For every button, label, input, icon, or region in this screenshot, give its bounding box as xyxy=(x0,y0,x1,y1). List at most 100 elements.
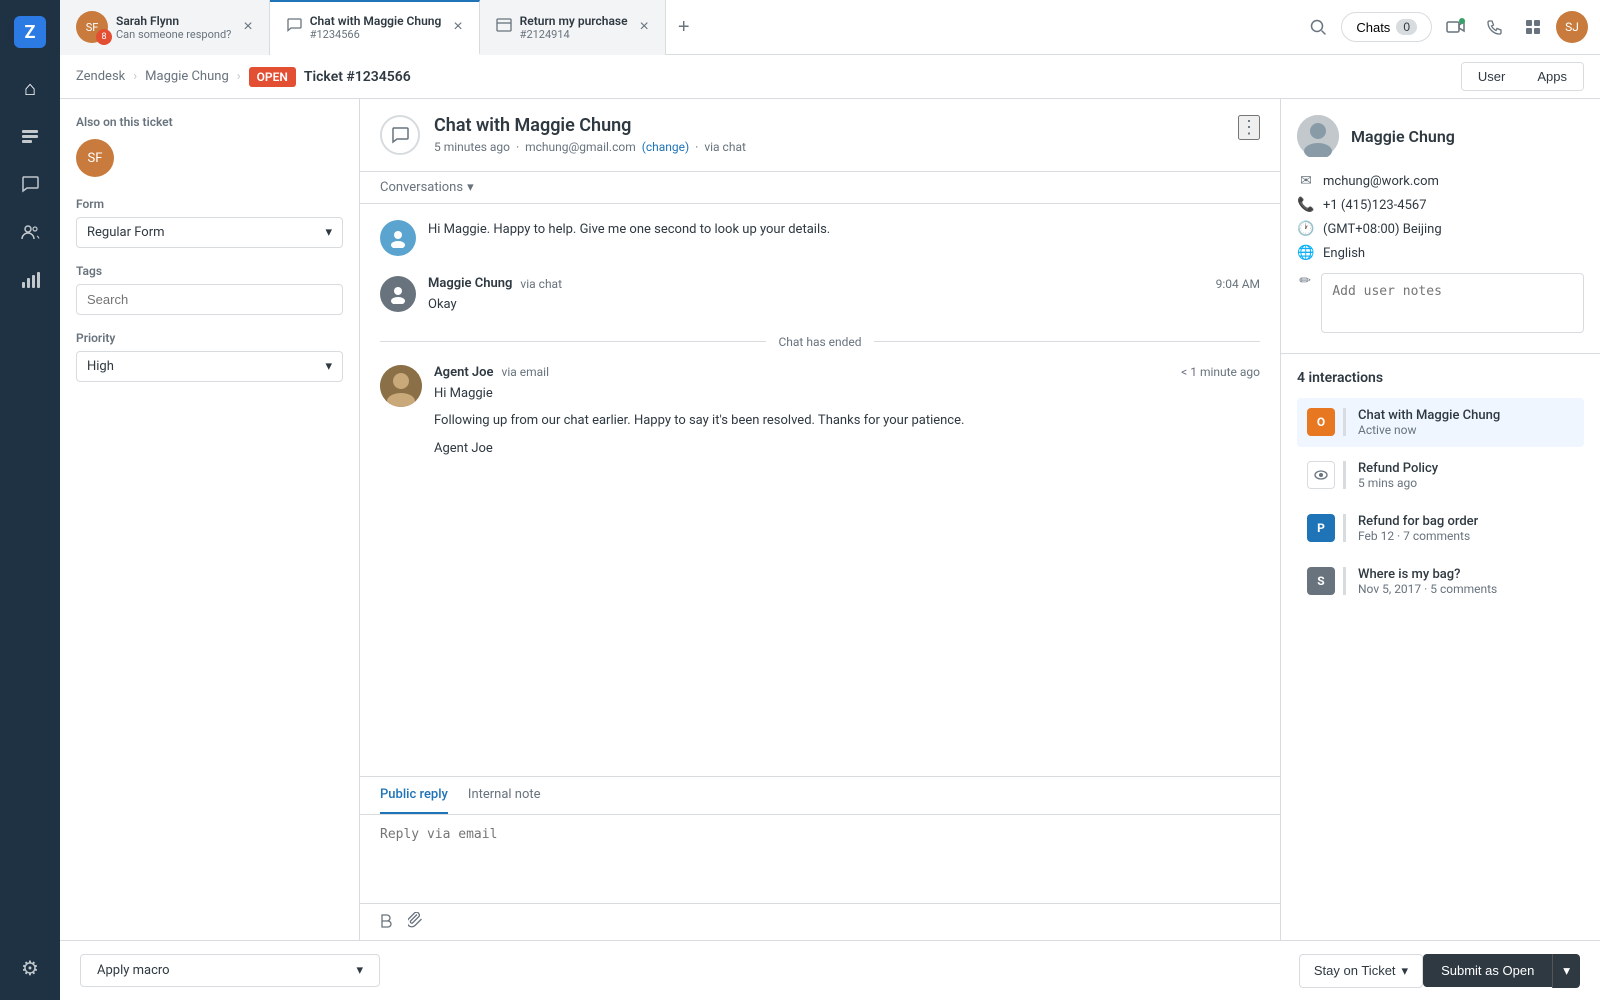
users-nav-icon[interactable] xyxy=(10,212,50,252)
agent-joe-text: Hi Maggie Following up from our chat ear… xyxy=(434,384,1260,459)
search-button[interactable] xyxy=(1303,12,1333,42)
tab-sarah-badge: 8 xyxy=(96,29,112,45)
tab-maggie-icon xyxy=(286,17,302,37)
stay-on-ticket-button[interactable]: Stay on Ticket ▾ xyxy=(1299,954,1423,988)
ticket-via: via chat xyxy=(704,140,746,154)
interaction-4-meta: Nov 5, 2017 · 5 comments xyxy=(1358,582,1574,596)
conversations-tab[interactable]: Conversations ▾ xyxy=(380,180,474,195)
public-reply-tab[interactable]: Public reply xyxy=(380,777,448,814)
tab-purchase-subtitle: #2124914 xyxy=(520,28,628,41)
home-nav-icon[interactable]: ⌂ xyxy=(10,68,50,108)
apps-toggle-btn[interactable]: Apps xyxy=(1521,63,1583,90)
user-timezone: (GMT+08:00) Beijing xyxy=(1323,222,1442,237)
reply-input[interactable] xyxy=(360,815,1280,899)
user-email: mchung@work.com xyxy=(1323,174,1439,189)
logo: Z xyxy=(10,12,50,52)
ticket-change-link[interactable]: (change) xyxy=(642,140,689,154)
tickets-nav-icon[interactable] xyxy=(10,116,50,156)
tab-purchase-title: Return my purchase xyxy=(520,14,628,28)
breadcrumb-zendesk[interactable]: Zendesk xyxy=(76,69,125,84)
ticket-header: Chat with Maggie Chung 5 minutes ago · m… xyxy=(360,99,1280,172)
also-on-ticket-section: Also on this ticket SF xyxy=(76,115,343,177)
stay-on-ticket-label: Stay on Ticket xyxy=(1314,963,1396,978)
user-toggle-btn[interactable]: User xyxy=(1462,63,1521,90)
interaction-1-icon: O xyxy=(1307,408,1335,436)
reports-nav-icon[interactable] xyxy=(10,260,50,300)
interaction-2-bar xyxy=(1343,461,1346,489)
text-format-icon[interactable] xyxy=(380,912,396,932)
chat-ended-label: Chat has ended xyxy=(778,335,861,349)
msg-1-avatar xyxy=(380,220,416,256)
msg-2-sender: Maggie Chung xyxy=(428,276,512,291)
top-bar: SF 8 Sarah Flynn Can someone respond? × … xyxy=(60,0,1600,55)
priority-select[interactable]: High ▾ xyxy=(76,351,343,382)
form-chevron-icon: ▾ xyxy=(325,225,332,240)
interaction-3-bar xyxy=(1343,514,1346,542)
interaction-4-body: Where is my bag? Nov 5, 2017 · 5 comment… xyxy=(1358,567,1574,596)
submit-dropdown-button[interactable]: ▾ xyxy=(1552,954,1580,988)
tab-sarah-close[interactable]: × xyxy=(243,19,252,35)
tags-label: Tags xyxy=(76,264,343,278)
chat-ended-line-left xyxy=(380,341,766,342)
main-content: SF 8 Sarah Flynn Can someone respond? × … xyxy=(60,0,1600,1000)
tab-purchase-content: Return my purchase #2124914 xyxy=(520,14,628,41)
interaction-refund-policy[interactable]: Refund Policy 5 mins ago xyxy=(1297,451,1584,500)
interaction-3-body: Refund for bag order Feb 12 · 7 comments xyxy=(1358,514,1574,543)
ticket-time-ago: 5 minutes ago xyxy=(434,140,510,154)
tab-sarah[interactable]: SF 8 Sarah Flynn Can someone respond? × xyxy=(60,0,270,55)
interaction-4-bar xyxy=(1343,567,1346,595)
tab-purchase-icon xyxy=(496,17,512,37)
msg-1-text: Hi Maggie. Happy to help. Give me one se… xyxy=(428,220,1260,240)
user-profile-header: Maggie Chung xyxy=(1297,115,1584,157)
globe-icon: 🌐 xyxy=(1297,245,1315,261)
apply-macro-button[interactable]: Apply macro ▾ xyxy=(80,954,380,987)
interaction-3-icon: P xyxy=(1307,514,1335,542)
video-call-button[interactable] xyxy=(1440,11,1472,43)
breadcrumb-sep-1: › xyxy=(133,69,137,84)
breadcrumb-user[interactable]: Maggie Chung xyxy=(145,69,229,84)
ticket-chat-icon xyxy=(380,115,420,155)
tab-maggie[interactable]: Chat with Maggie Chung #1234566 × xyxy=(270,0,480,55)
conversations-label: Conversations xyxy=(380,180,463,195)
user-profile-avatar xyxy=(1297,115,1339,157)
email-icon: ✉ xyxy=(1297,173,1315,189)
priority-value: High xyxy=(87,359,114,374)
chats-button[interactable]: Chats 0 xyxy=(1341,12,1432,42)
ticket-more-options-button[interactable]: ⋮ xyxy=(1238,115,1260,140)
user-email-row: ✉ mchung@work.com xyxy=(1297,169,1584,193)
msg-2-header: Maggie Chung via chat 9:04 AM xyxy=(428,276,1260,291)
interaction-where-bag[interactable]: S Where is my bag? Nov 5, 2017 · 5 comme… xyxy=(1297,557,1584,606)
ticket-header-left: Chat with Maggie Chung 5 minutes ago · m… xyxy=(380,115,746,155)
interaction-chat-maggie[interactable]: O Chat with Maggie Chung Active now xyxy=(1297,398,1584,447)
top-right-controls: Chats 0 SJ xyxy=(1303,11,1600,43)
app-container: Z ⌂ xyxy=(0,0,1600,1000)
user-notes-input[interactable] xyxy=(1321,273,1584,333)
form-select[interactable]: Regular Form ▾ xyxy=(76,217,343,248)
interaction-1-bar xyxy=(1343,408,1346,436)
attachment-icon[interactable] xyxy=(408,912,424,932)
tab-purchase[interactable]: Return my purchase #2124914 × xyxy=(480,0,666,55)
tags-search-input[interactable] xyxy=(76,284,343,315)
conversations-chevron-icon: ▾ xyxy=(467,180,474,195)
interaction-refund-bag[interactable]: P Refund for bag order Feb 12 · 7 commen… xyxy=(1297,504,1584,553)
agent-joe-message: Agent Joe via email < 1 minute ago Hi Ma… xyxy=(380,365,1260,459)
phone-button[interactable] xyxy=(1480,12,1510,42)
grid-button[interactable] xyxy=(1518,12,1548,42)
message-2: Maggie Chung via chat 9:04 AM Okay xyxy=(380,276,1260,315)
agent-joe-header: Agent Joe via email < 1 minute ago xyxy=(434,365,1260,380)
settings-nav-icon[interactable]: ⚙ xyxy=(10,948,50,988)
messages-area: Hi Maggie. Happy to help. Give me one se… xyxy=(360,204,1280,776)
ticket-id: Ticket #1234566 xyxy=(304,69,411,85)
user-notes-row: ✏ xyxy=(1297,269,1584,337)
tab-maggie-close[interactable]: × xyxy=(453,19,462,35)
interaction-2-title: Refund Policy xyxy=(1358,461,1574,476)
chat-nav-icon[interactable] xyxy=(10,164,50,204)
add-tab-button[interactable]: + xyxy=(666,16,702,39)
user-avatar[interactable]: SJ xyxy=(1556,11,1588,43)
reply-area: Public reply Internal note xyxy=(360,776,1280,940)
tab-purchase-close[interactable]: × xyxy=(640,19,649,35)
phone-icon: 📞 xyxy=(1297,197,1315,213)
user-phone-row: 📞 +1 (415)123-4567 xyxy=(1297,193,1584,217)
internal-note-tab[interactable]: Internal note xyxy=(468,777,541,814)
submit-as-open-button[interactable]: Submit as Open xyxy=(1423,954,1552,987)
